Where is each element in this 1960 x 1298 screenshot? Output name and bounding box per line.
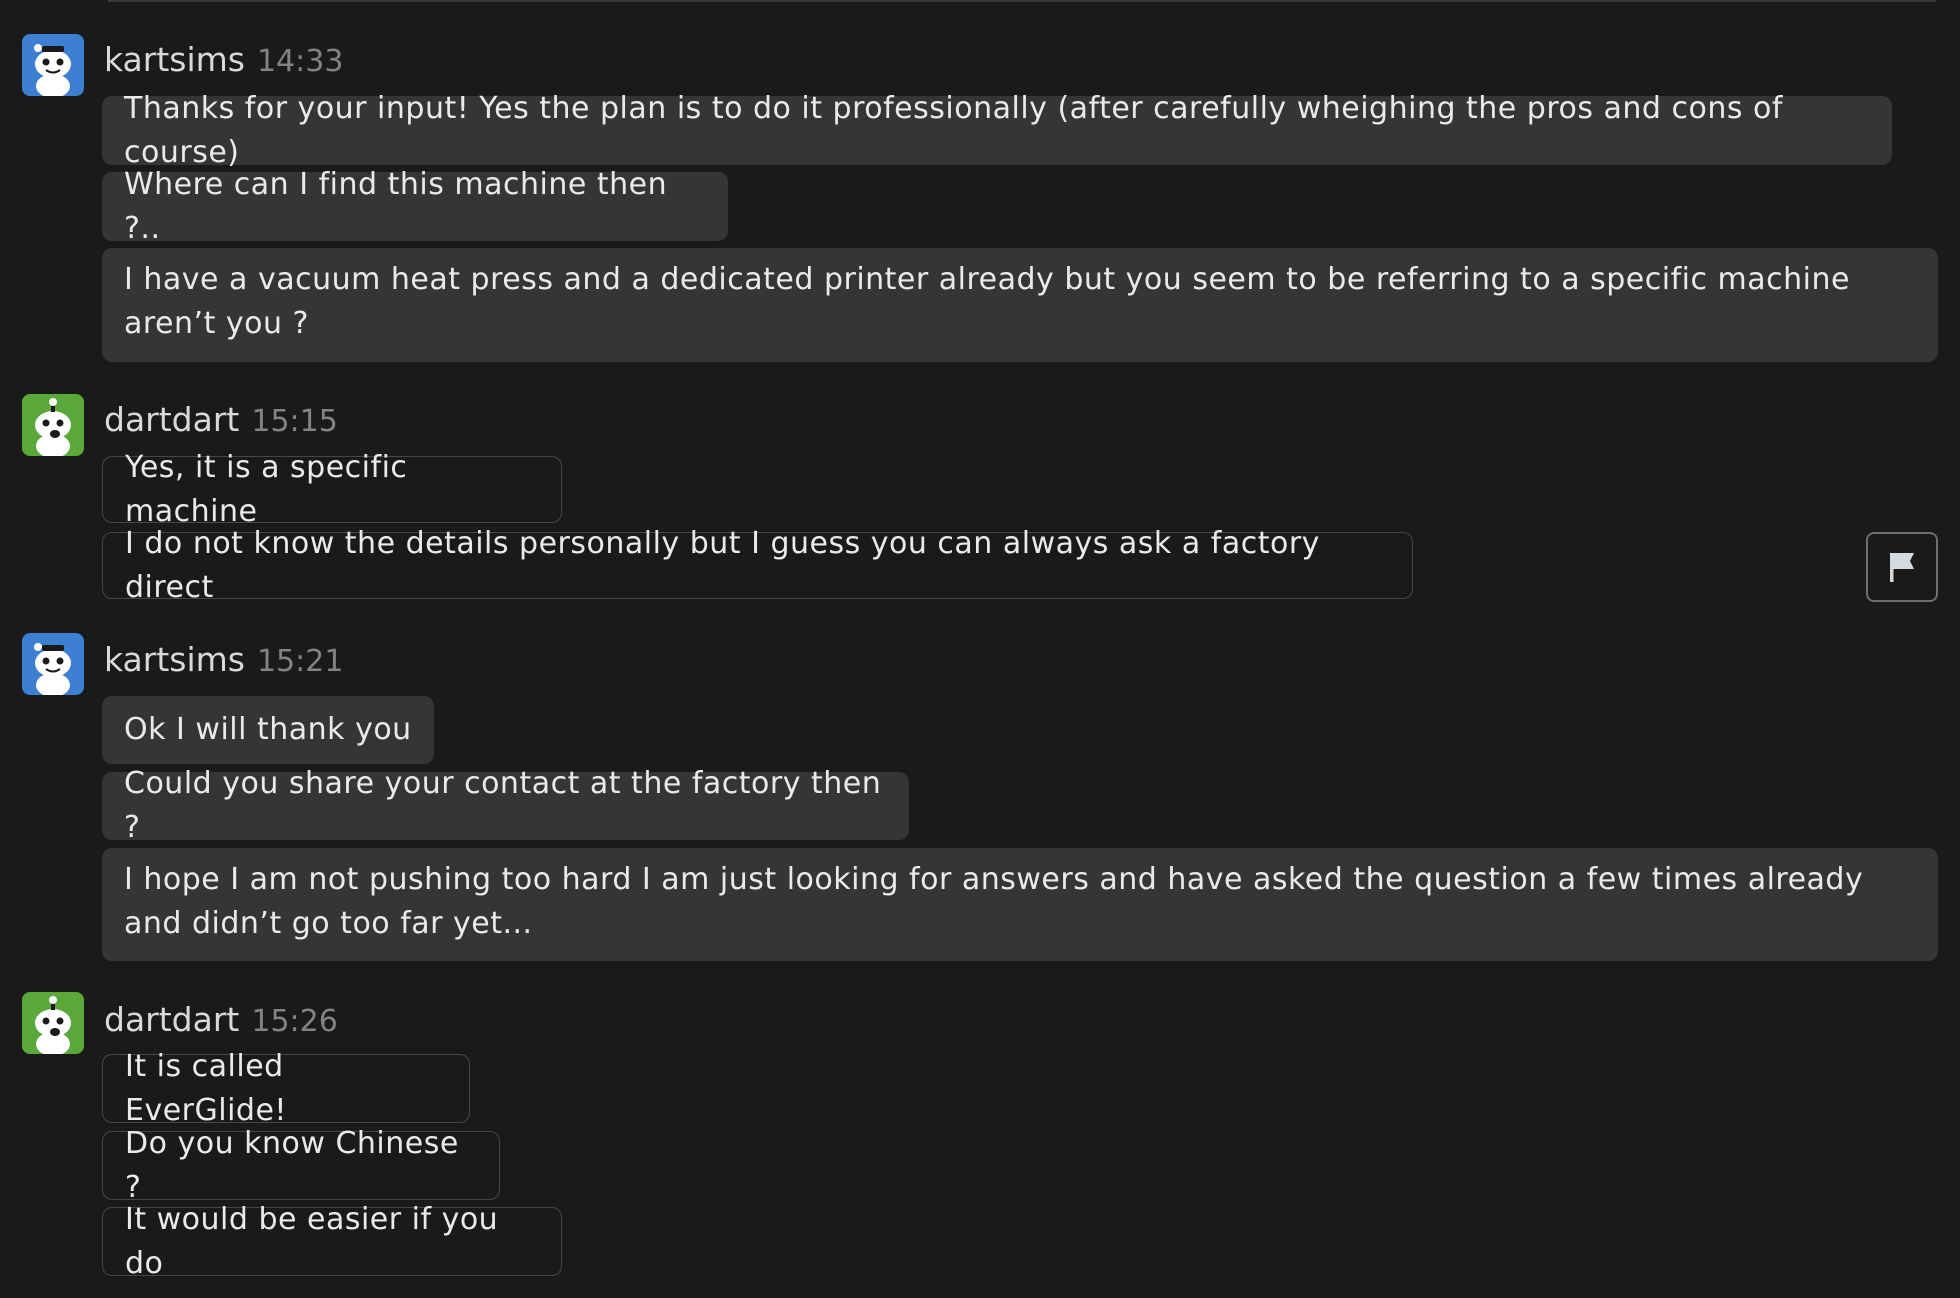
chat-thread: kartsims 14:33 Thanks for your input! Yes… bbox=[0, 0, 1960, 1298]
avatar[interactable] bbox=[22, 34, 84, 96]
message-bubble[interactable]: It would be easier if you do bbox=[102, 1202, 562, 1281]
snoo-avatar-icon bbox=[22, 394, 84, 456]
message-bubble[interactable]: Could you share your contact at the fact… bbox=[102, 766, 909, 845]
message-text: Yes, it is a specific machine bbox=[125, 449, 408, 529]
message-text: It would be easier if you do bbox=[125, 1201, 499, 1281]
message-text: Thanks for your input! Yes the plan is t… bbox=[124, 90, 1783, 170]
message-text: Could you share your contact at the fact… bbox=[124, 766, 882, 845]
flag-icon bbox=[1890, 553, 1914, 582]
divider bbox=[108, 0, 1936, 2]
snoo-avatar-icon bbox=[22, 992, 84, 1054]
username[interactable]: dartdart bbox=[104, 1000, 239, 1039]
message-bubble[interactable]: I have a vacuum heat press and a dedicat… bbox=[102, 248, 1938, 362]
message-bubble[interactable]: It is called EverGlide! bbox=[102, 1049, 470, 1128]
avatar[interactable] bbox=[22, 992, 84, 1054]
message-text: Ok I will thank you bbox=[124, 712, 412, 747]
message-bubble[interactable]: I hope I am not pushing too hard I am ju… bbox=[102, 848, 1938, 961]
timestamp: 15:26 bbox=[251, 1004, 338, 1039]
snoo-avatar-icon bbox=[22, 633, 84, 695]
timestamp: 14:33 bbox=[256, 44, 344, 79]
message-bubble[interactable]: Thanks for your input! Yes the plan is t… bbox=[102, 91, 1892, 170]
message-text: It is called EverGlide! bbox=[125, 1048, 287, 1128]
username[interactable]: dartdart bbox=[104, 400, 239, 439]
message-bubble[interactable]: I do not know the details personally but… bbox=[102, 526, 1413, 605]
message-text: I have a vacuum heat press and a dedicat… bbox=[124, 262, 1850, 341]
username[interactable]: kartsims bbox=[104, 40, 245, 79]
message-bubble[interactable]: Yes, it is a specific machine bbox=[102, 450, 562, 529]
report-button[interactable] bbox=[1866, 532, 1938, 602]
message-bubble[interactable]: Do you know Chinese ? bbox=[102, 1126, 500, 1205]
avatar[interactable] bbox=[22, 633, 84, 695]
username[interactable]: kartsims bbox=[104, 640, 245, 679]
message-bubble[interactable]: Ok I will thank you bbox=[102, 696, 434, 764]
message-text: I do not know the details personally but… bbox=[125, 525, 1320, 605]
snoo-avatar-icon bbox=[22, 34, 84, 96]
timestamp: 15:21 bbox=[256, 644, 344, 679]
message-bubble[interactable]: Where can I find this machine then ?.. bbox=[102, 167, 728, 246]
message-text: Do you know Chinese ? bbox=[125, 1125, 459, 1205]
timestamp: 15:15 bbox=[251, 404, 338, 439]
message-text: I hope I am not pushing too hard I am ju… bbox=[124, 862, 1864, 941]
avatar[interactable] bbox=[22, 394, 84, 456]
message-text: Where can I find this machine then ?.. bbox=[124, 166, 668, 246]
